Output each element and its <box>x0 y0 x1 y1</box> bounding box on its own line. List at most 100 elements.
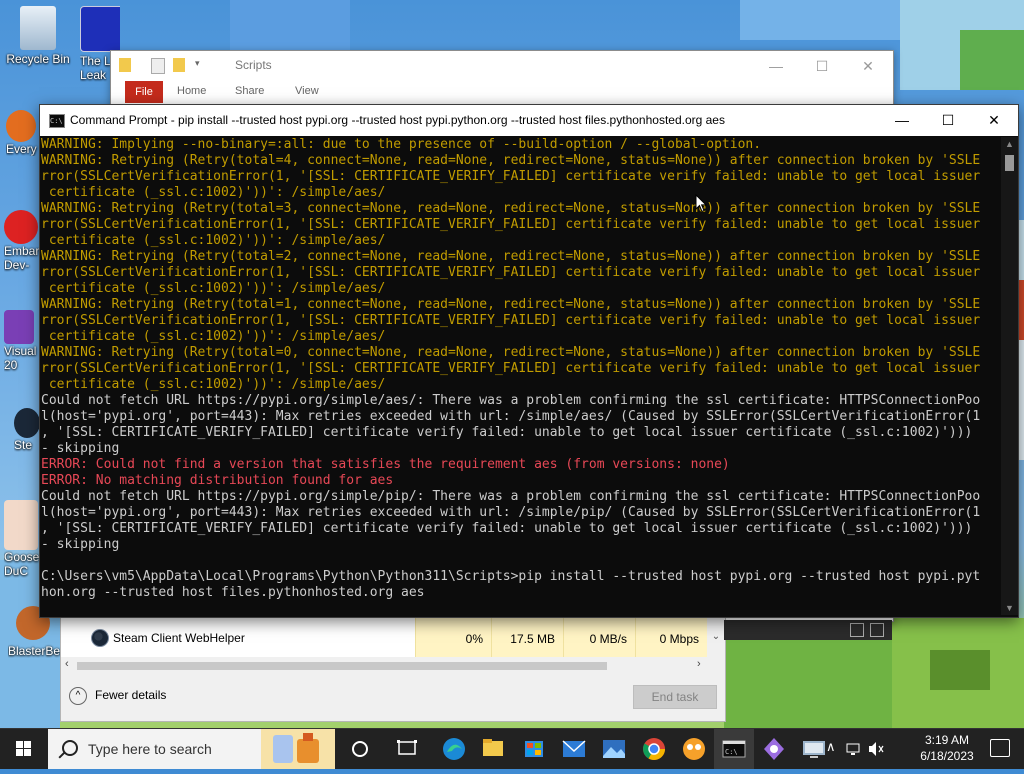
chevron-up-icon: ^ <box>69 687 87 705</box>
console-line: Could not fetch URL https://pypi.org/sim… <box>41 489 981 504</box>
microsoft-store-icon[interactable] <box>514 729 554 769</box>
network-cell: 0 Mbps <box>635 617 707 657</box>
chevron-up-icon[interactable]: ∧ <box>826 739 836 755</box>
console-warning-line: WARNING: Retrying (Retry(total=0, connec… <box>41 345 981 360</box>
wallpaper-block <box>740 0 900 40</box>
search-placeholder: Type here to search <box>88 741 212 757</box>
photos-icon[interactable] <box>594 729 634 769</box>
console-warning-line: rror(SSLCertVerificationError(1, '[SSL: … <box>41 361 981 376</box>
scrollbar-thumb[interactable] <box>77 662 607 670</box>
console-output[interactable]: WARNING: Implying --no-binary=:all: due … <box>40 137 1001 615</box>
console-line: , '[SSL: CERTIFICATE_VERIFY_FAILED] cert… <box>41 521 973 536</box>
vertical-scrollbar[interactable]: ▲ ▼ <box>1001 137 1018 615</box>
scroll-left-icon[interactable]: ‹ <box>65 658 69 670</box>
maximize-button[interactable]: ☐ <box>799 51 845 81</box>
minimize-button[interactable]: — <box>753 51 799 81</box>
properties-icon[interactable] <box>151 58 165 74</box>
scroll-right-icon[interactable]: › <box>697 658 701 670</box>
fewer-details-label: Fewer details <box>95 688 167 703</box>
console-warning-line: rror(SSLCertVerificationError(1, '[SSL: … <box>41 313 981 328</box>
recycle-bin-icon <box>20 6 56 50</box>
tab-home[interactable]: Home <box>177 85 206 97</box>
tab-share[interactable]: Share <box>235 85 264 97</box>
taskbar-search-box[interactable]: Type here to search <box>48 729 335 769</box>
chrome-icon[interactable] <box>634 729 674 769</box>
console-line: - skipping <box>41 537 120 552</box>
close-button[interactable]: ✕ <box>971 105 1017 136</box>
desktop-icon-embarcadero[interactable]: Embar Dev- <box>4 210 40 272</box>
scratch-icon[interactable] <box>674 729 714 769</box>
scrollbar-thumb[interactable] <box>1005 155 1014 171</box>
tab-file[interactable]: File <box>125 81 163 103</box>
start-button[interactable] <box>0 729 48 769</box>
app-icon[interactable] <box>754 729 794 769</box>
desktop-icon-label: Embar Dev- <box>4 244 40 272</box>
command-prompt-window[interactable]: C:\ Command Prompt - pip install --trust… <box>39 104 1019 618</box>
console-line: C:\Users\vm5\AppData\Local\Programs\Pyth… <box>41 569 981 584</box>
console-line: , '[SSL: CERTIFICATE_VERIFY_FAILED] cert… <box>41 425 973 440</box>
pause-icon[interactable] <box>850 623 864 637</box>
minimize-button[interactable]: — <box>879 105 925 136</box>
wallpaper-block <box>960 30 1024 90</box>
wallpaper-block <box>230 0 350 50</box>
desktop-icon-label: Recycle Bin <box>6 52 70 66</box>
console-error-line: ERROR: No matching distribution found fo… <box>41 473 394 488</box>
console-warning-line: certificate (_ssl.c:1002)'))': /simple/a… <box>41 185 386 200</box>
scroll-up-icon[interactable]: ▲ <box>1001 137 1018 151</box>
end-task-button[interactable]: End task <box>633 685 717 709</box>
command-prompt-icon[interactable]: C:\ <box>714 729 754 769</box>
app-icon <box>6 110 36 142</box>
edge-icon[interactable] <box>434 729 474 769</box>
tab-view[interactable]: View <box>295 85 319 97</box>
horizontal-scrollbar[interactable]: ‹ › <box>61 657 725 675</box>
task-manager-footer: ^ Fewer details End task <box>61 675 725 721</box>
app-icon <box>80 6 120 52</box>
task-manager-window[interactable]: Steam Client WebHelper 0% 17.5 MB 0 MB/s… <box>60 612 726 722</box>
console-warning-line: WARNING: Retrying (Retry(total=4, connec… <box>41 153 981 168</box>
network-icon[interactable] <box>846 741 862 757</box>
disk-cell: 0 MB/s <box>563 617 635 657</box>
taskbar: Type here to search C:\ ∧ 3:19 AM 6/18/2… <box>0 728 1024 769</box>
fewer-details-button[interactable]: ^ Fewer details <box>69 687 166 705</box>
desktop-icon-goose[interactable]: Goose DuC <box>4 500 40 578</box>
steam-icon <box>91 629 109 647</box>
close-button[interactable]: ✕ <box>845 51 891 81</box>
explorer-titlebar[interactable]: ▾ Scripts — ☐ ✕ <box>111 51 893 81</box>
task-manager-strip <box>724 620 892 640</box>
console-line: hon.org --trusted host files.pythonhoste… <box>41 585 425 600</box>
file-explorer-icon[interactable] <box>473 729 513 769</box>
search-highlight-image <box>261 729 335 769</box>
console-line: l(host='pypi.org', port=443): Max retrie… <box>41 409 981 424</box>
desktop-icon-every[interactable]: Every <box>6 110 40 156</box>
goose-icon <box>4 500 38 550</box>
mouse-cursor-icon <box>695 194 707 213</box>
chevron-down-icon[interactable]: ▾ <box>195 58 203 72</box>
volume-muted-icon[interactable] <box>868 741 888 757</box>
new-folder-icon[interactable] <box>173 58 185 72</box>
search-icon <box>62 740 78 756</box>
wallpaper-block <box>930 650 990 690</box>
desktop-icon-recycle-bin[interactable]: Recycle Bin <box>2 6 74 66</box>
maximize-button[interactable]: ☐ <box>925 105 971 136</box>
desktop-icon-label: BlasterBea <box>8 644 64 658</box>
console-warning-line: rror(SSLCertVerificationError(1, '[SSL: … <box>41 265 981 280</box>
cmd-titlebar[interactable]: C:\ Command Prompt - pip install --trust… <box>40 105 1018 136</box>
desktop-icon-label: Every <box>6 142 37 156</box>
console-warning-line: certificate (_ssl.c:1002)'))': /simple/a… <box>41 233 386 248</box>
desktop-icon-visual-studio[interactable]: Visual 20 <box>4 310 40 372</box>
notification-center-icon[interactable] <box>990 739 1010 757</box>
scroll-down-icon[interactable]: ▼ <box>1001 601 1018 615</box>
chevron-down-icon[interactable]: ⌄ <box>707 617 725 657</box>
desktop-icon-steam[interactable]: Ste <box>14 408 40 452</box>
task-view-icon[interactable] <box>387 729 427 769</box>
system-clock[interactable]: 3:19 AM 6/18/2023 <box>912 732 982 764</box>
desktop-icon-label: Goose DuC <box>4 550 40 578</box>
cortana-icon[interactable] <box>340 729 380 769</box>
panel-icon[interactable] <box>870 623 884 637</box>
cmd-title: Command Prompt - pip install --trusted h… <box>70 113 725 127</box>
console-line: l(host='pypi.org', port=443): Max retrie… <box>41 505 981 520</box>
mail-icon[interactable] <box>554 729 594 769</box>
visual-studio-icon <box>4 310 34 344</box>
memory-cell: 17.5 MB <box>491 617 563 657</box>
